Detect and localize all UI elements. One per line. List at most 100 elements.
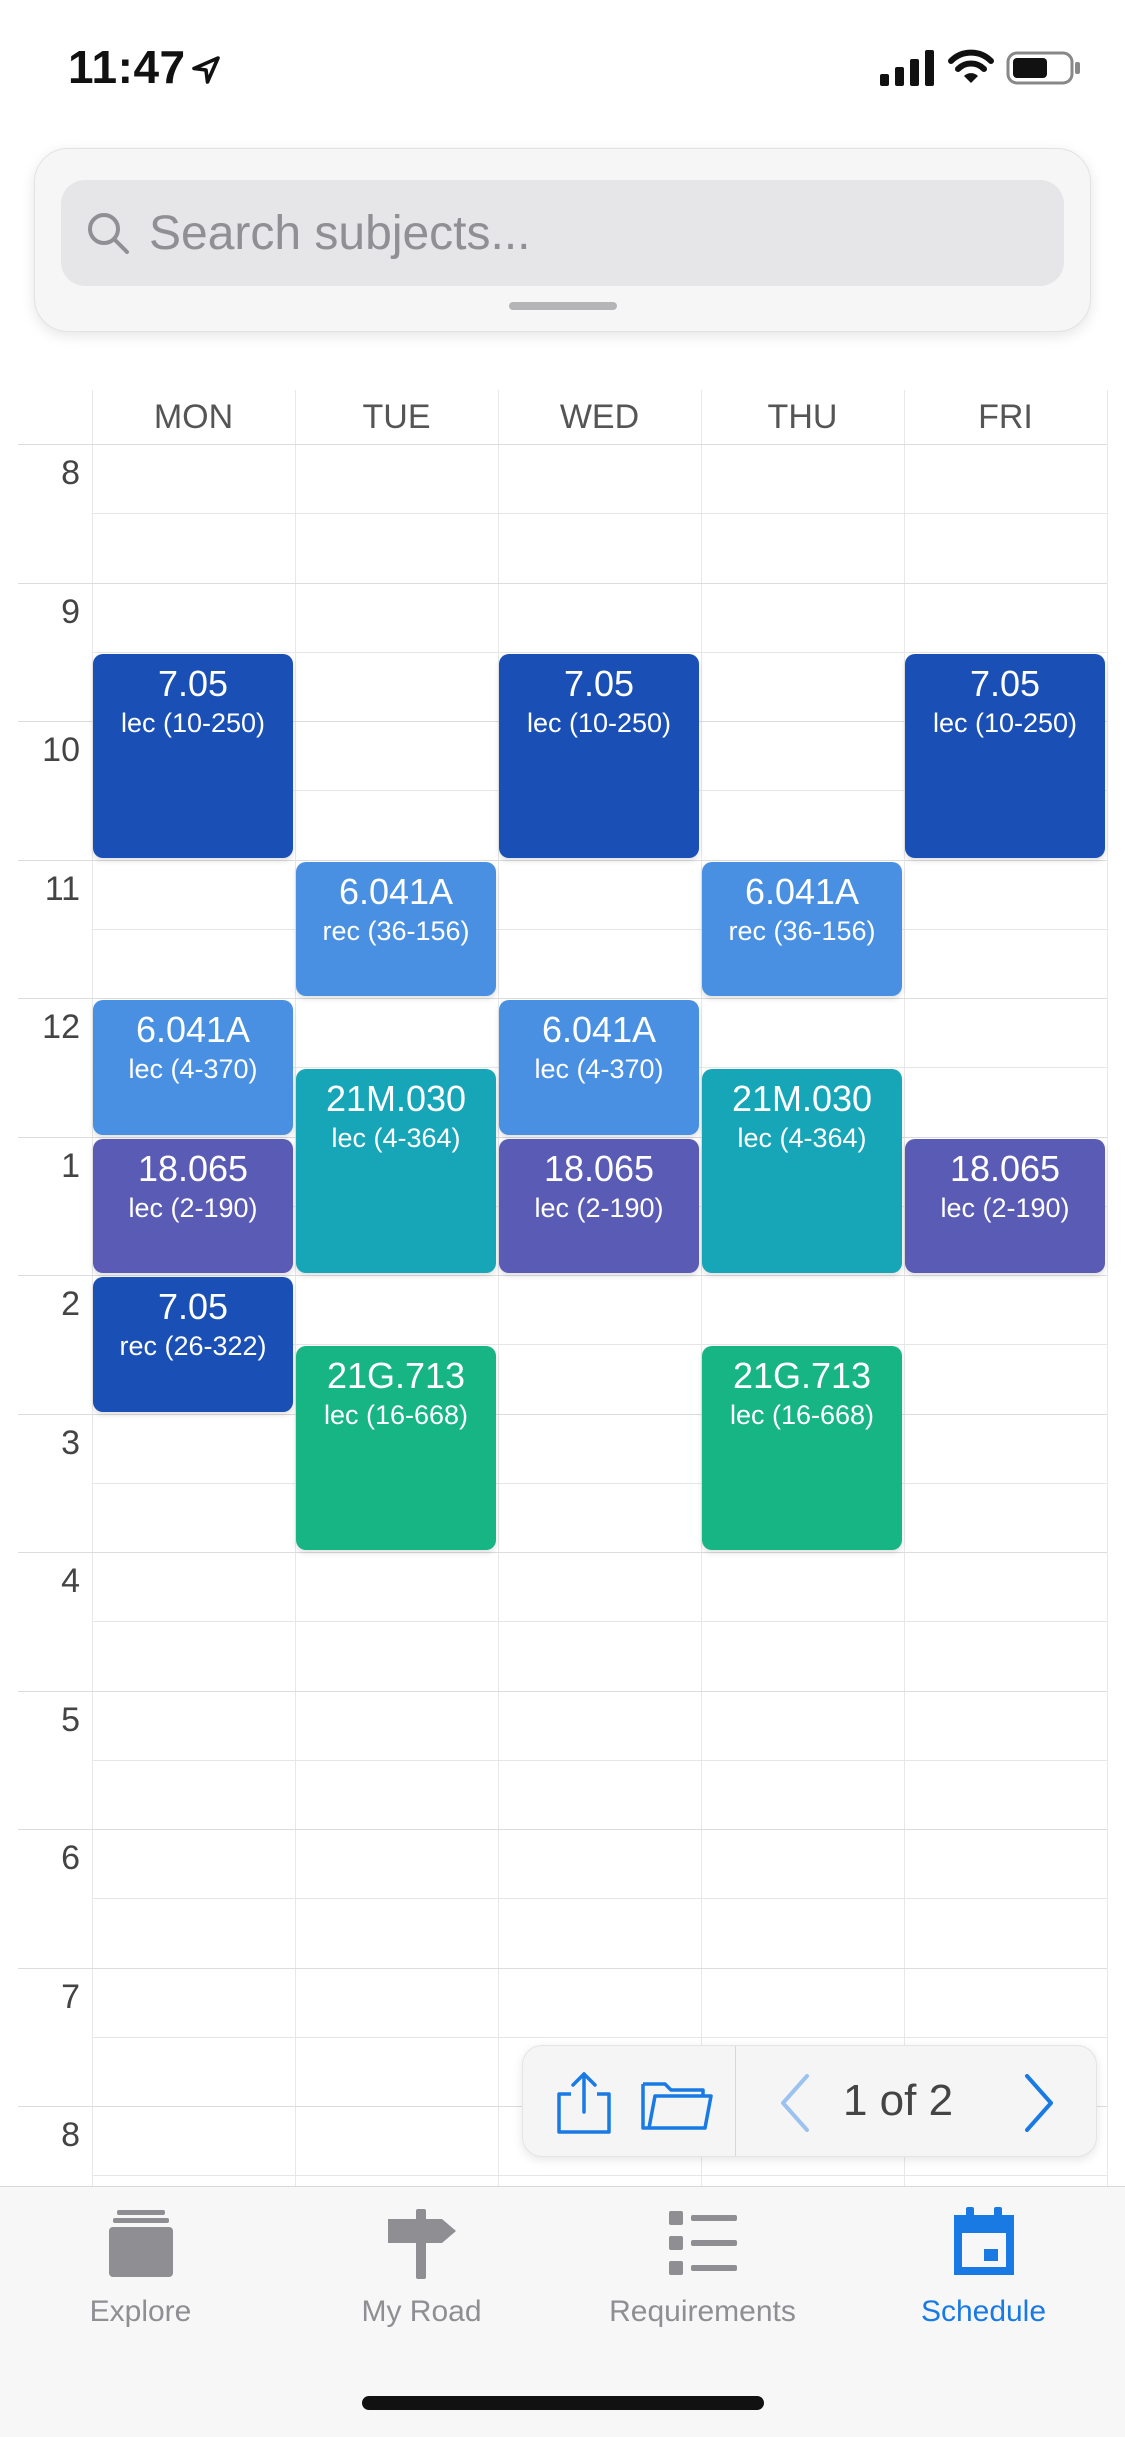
class-block[interactable]: 6.041A rec (36-156) bbox=[296, 861, 496, 996]
hour-label: 5 bbox=[61, 1700, 80, 1739]
grid-half-hour-line bbox=[92, 1482, 1107, 1484]
grid-column-line bbox=[701, 390, 702, 2186]
grid-hour-line bbox=[18, 1829, 1107, 1830]
list-icon bbox=[668, 2211, 737, 2275]
class-location: lec (10-250) bbox=[120, 707, 266, 738]
calendar-icon bbox=[953, 2207, 1014, 2275]
class-location: lec (4-364) bbox=[737, 1123, 867, 1154]
search-panel bbox=[34, 148, 1091, 332]
grid-hour-line bbox=[18, 1552, 1107, 1553]
class-block[interactable]: 18.065 lec (2-190) bbox=[905, 1138, 1105, 1273]
schedule-toolbar: 1 of 2 bbox=[522, 2045, 1097, 2157]
class-block[interactable]: 7.05 lec (10-250) bbox=[93, 653, 293, 858]
grid-half-hour-line bbox=[92, 1759, 1107, 1761]
class-subject: 6.041A bbox=[541, 1009, 657, 1050]
hour-label: 4 bbox=[61, 1562, 80, 1600]
class-subject: 7.05 bbox=[157, 662, 229, 704]
class-location: lec (2-190) bbox=[940, 1192, 1070, 1223]
class-subject: 18.065 bbox=[543, 1147, 655, 1189]
grid-half-hour-line bbox=[92, 1621, 1107, 1623]
toolbar-separator bbox=[735, 2046, 736, 2156]
class-location: lec (16-668) bbox=[323, 1400, 469, 1431]
class-location: lec (16-668) bbox=[729, 1400, 875, 1431]
grid-hour-line bbox=[18, 998, 1107, 999]
class-block[interactable]: 7.05 lec (10-250) bbox=[499, 653, 699, 858]
hour-label: 1 bbox=[61, 1146, 80, 1185]
class-block[interactable]: 7.05 rec (26-322) bbox=[93, 1277, 293, 1412]
grid-hour-line bbox=[18, 1275, 1107, 1276]
drag-handle[interactable] bbox=[509, 302, 617, 310]
hour-label: 6 bbox=[61, 1839, 80, 1877]
folder-icon[interactable] bbox=[639, 2070, 715, 2136]
schedule-grid: MON TUE WED THU FRI 8 9 10 11 12 1 2 3 4 5 6 7 8 7.05… bbox=[0, 390, 1125, 2186]
hour-label: 8 bbox=[61, 454, 80, 492]
status-time: 11:47 bbox=[68, 41, 186, 93]
class-subject: 18.065 bbox=[949, 1147, 1061, 1189]
hour-label: 9 bbox=[61, 592, 80, 631]
grid-half-hour-line bbox=[92, 928, 1107, 930]
class-location: lec (2-190) bbox=[534, 1192, 664, 1223]
class-block[interactable]: 6.041A rec (36-156) bbox=[702, 861, 902, 996]
class-location: lec (2-190) bbox=[128, 1192, 258, 1223]
tab-label: Requirements bbox=[609, 2295, 796, 2328]
class-location: rec (26-322) bbox=[119, 1331, 267, 1361]
class-block[interactable]: 7.05 lec (10-250) bbox=[905, 653, 1105, 858]
page-indicator: 1 of 2 bbox=[842, 2076, 954, 2125]
grid-hour-line bbox=[18, 1967, 1107, 1969]
grid-half-hour-line bbox=[92, 1898, 1107, 1900]
day-header-mon: MON bbox=[153, 398, 234, 436]
class-block[interactable]: 18.065 lec (2-190) bbox=[93, 1138, 293, 1273]
tab-schedule[interactable]: Schedule bbox=[843, 2205, 1124, 2335]
search-box[interactable] bbox=[61, 180, 1064, 286]
class-subject: 7.05 bbox=[969, 662, 1041, 704]
search-icon bbox=[88, 213, 129, 254]
hour-label: 11 bbox=[44, 869, 80, 908]
class-subject: 18.065 bbox=[137, 1147, 249, 1189]
tab-requirements[interactable]: Requirements bbox=[562, 2205, 843, 2335]
cellular-signal-icon bbox=[880, 50, 934, 86]
grid-column-line bbox=[295, 390, 296, 2186]
class-block[interactable]: 18.065 lec (2-190) bbox=[499, 1138, 699, 1273]
day-header-thu: THU bbox=[767, 398, 838, 436]
tab-explore[interactable]: Explore bbox=[0, 2205, 281, 2335]
class-subject: 6.041A bbox=[135, 1009, 251, 1050]
wifi-icon bbox=[948, 49, 994, 83]
class-block[interactable]: 21G.713 lec (16-668) bbox=[702, 1346, 902, 1550]
class-location: lec (4-370) bbox=[534, 1054, 664, 1084]
day-header-fri: FRI bbox=[978, 398, 1033, 436]
tab-label: Schedule bbox=[920, 2295, 1047, 2328]
class-subject: 7.05 bbox=[157, 1286, 229, 1327]
hour-label: 8 bbox=[61, 2116, 80, 2154]
grid-half-hour-line bbox=[92, 2036, 1107, 2038]
share-icon[interactable] bbox=[553, 2070, 615, 2136]
previous-page-icon[interactable] bbox=[775, 2070, 815, 2136]
grid-half-hour-line bbox=[92, 2175, 1107, 2177]
class-location: lec (10-250) bbox=[526, 707, 672, 738]
grid-half-hour-line bbox=[92, 513, 1107, 515]
class-block[interactable]: 6.041A lec (4-370) bbox=[499, 1000, 699, 1135]
search-input[interactable] bbox=[149, 202, 1029, 264]
class-location: rec (36-156) bbox=[728, 915, 876, 946]
grid-column-line bbox=[1107, 390, 1108, 2186]
hour-label: 7 bbox=[61, 1977, 80, 2016]
class-block[interactable]: 21M.030 lec (4-364) bbox=[296, 1069, 496, 1273]
tab-label: Explore bbox=[89, 2295, 192, 2328]
grid-hour-line bbox=[18, 1413, 1107, 1415]
class-location: lec (10-250) bbox=[932, 707, 1078, 738]
tab-my-road[interactable]: My Road bbox=[281, 2205, 562, 2335]
class-location: lec (4-364) bbox=[331, 1123, 461, 1154]
grid-hour-line bbox=[18, 582, 1107, 584]
day-header-wed: WED bbox=[559, 398, 640, 436]
class-location: rec (36-156) bbox=[322, 915, 470, 946]
class-block[interactable]: 6.041A lec (4-370) bbox=[93, 1000, 293, 1135]
class-subject: 6.041A bbox=[338, 870, 454, 912]
class-subject: 21M.030 bbox=[731, 1078, 873, 1120]
hour-label: 2 bbox=[61, 1285, 80, 1323]
grid-header-line bbox=[18, 444, 1107, 445]
class-block[interactable]: 21M.030 lec (4-364) bbox=[702, 1069, 902, 1273]
next-page-icon[interactable] bbox=[1019, 2070, 1059, 2136]
class-subject: 6.041A bbox=[744, 870, 860, 912]
class-block[interactable]: 21G.713 lec (16-668) bbox=[296, 1346, 496, 1550]
home-indicator bbox=[362, 2396, 764, 2410]
class-location: lec (4-370) bbox=[128, 1054, 258, 1084]
